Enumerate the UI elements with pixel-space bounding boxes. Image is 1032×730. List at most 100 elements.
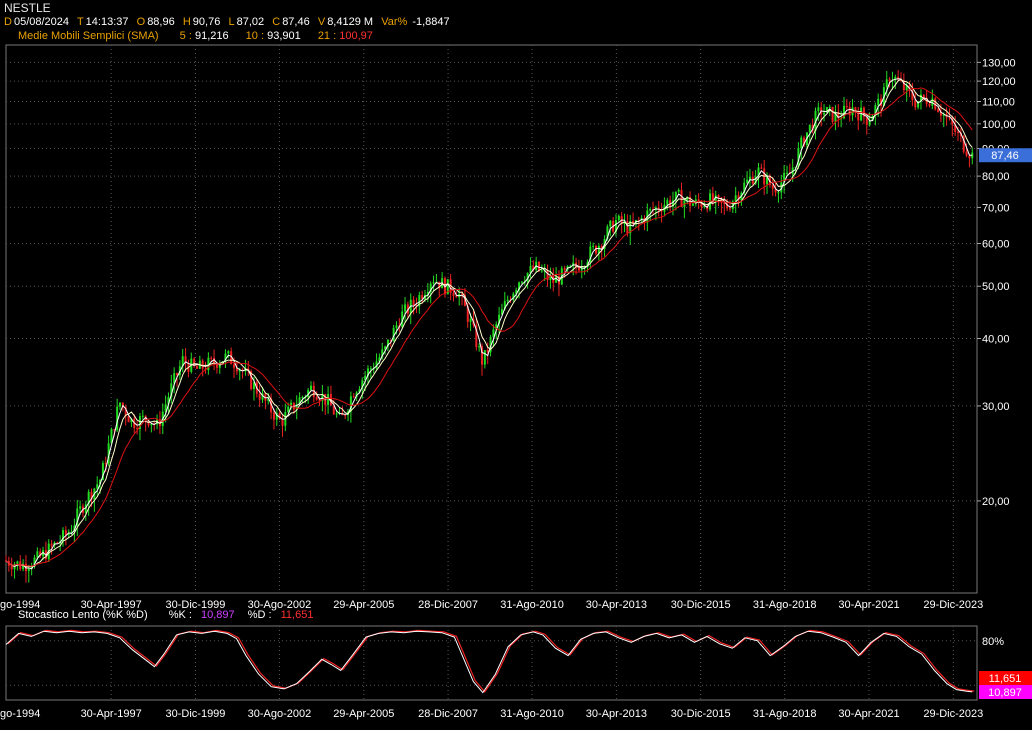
x-tick-label: 28-Dic-2007 xyxy=(418,708,478,720)
candle-body xyxy=(914,100,917,108)
y-tick-label: 130,00 xyxy=(982,57,1016,69)
candle-body xyxy=(626,221,629,234)
candle-body xyxy=(344,415,347,417)
candle-body xyxy=(831,106,834,122)
x-tick-label: 31-Ago-2010 xyxy=(500,599,564,611)
candle-body xyxy=(150,424,153,426)
candle-body xyxy=(800,137,803,149)
candle-body xyxy=(823,112,826,115)
x-tick-label: 30-Apr-2013 xyxy=(586,708,647,720)
x-tick-label: 31-Ago-2018 xyxy=(753,599,817,611)
candle-body xyxy=(227,351,230,354)
candle-body xyxy=(79,506,82,509)
candle-body xyxy=(563,268,566,270)
candle-body xyxy=(885,79,888,88)
candle-body xyxy=(287,406,290,413)
candle-body xyxy=(119,402,122,407)
sma5-line xyxy=(5,78,973,570)
x-tick-label: 30-Apr-2021 xyxy=(838,599,899,611)
candle-body xyxy=(258,393,261,400)
candle-body xyxy=(210,357,213,359)
x-tick-label: 30-Dic-2015 xyxy=(671,599,731,611)
x-tick-label: go-1994 xyxy=(0,708,40,720)
x-tick-label: 30-Apr-2021 xyxy=(838,708,899,720)
candle-body xyxy=(404,304,407,312)
x-tick-label: 30-Dic-1999 xyxy=(166,599,226,611)
y-tick-label: 30,00 xyxy=(982,401,1010,413)
candle-body xyxy=(817,107,820,111)
x-tick-label: 30-Dic-2015 xyxy=(671,708,731,720)
x-tick-label: 30-Dic-1999 xyxy=(166,708,226,720)
candle-body xyxy=(127,416,130,423)
y-tick-label: 120,00 xyxy=(982,76,1016,88)
candle-body xyxy=(538,261,541,271)
candle-body xyxy=(395,325,398,328)
candle-body xyxy=(717,195,720,198)
candle-body xyxy=(728,208,731,210)
k-value-tag-label: 10,897 xyxy=(988,687,1022,699)
candle-body xyxy=(201,360,204,369)
candle-body xyxy=(352,396,355,398)
candle-body xyxy=(868,121,871,125)
candle-body xyxy=(50,543,53,546)
candle-body xyxy=(666,200,669,205)
candle-body xyxy=(506,299,509,302)
candle-body xyxy=(483,350,486,365)
candle-body xyxy=(845,105,848,108)
candle-body xyxy=(281,418,284,426)
candle-body xyxy=(335,413,338,415)
candle-body xyxy=(617,215,620,221)
candle-body xyxy=(452,292,455,296)
x-tick-label: 29-Apr-2005 xyxy=(333,708,394,720)
x-tick-label: 30-Apr-1997 xyxy=(81,708,142,720)
candle-body xyxy=(540,270,543,272)
x-tick-label: 30-Ago-2002 xyxy=(248,708,312,720)
candle-body xyxy=(746,179,749,183)
candle-body xyxy=(931,98,934,106)
candle-body xyxy=(760,167,763,169)
candle-body xyxy=(327,394,330,405)
x-tick-label: 31-Ago-2018 xyxy=(753,708,817,720)
candle-body xyxy=(937,109,940,112)
sma10-line xyxy=(5,79,973,568)
chart-canvas[interactable]: 130,00120,00110,00100,0090,0080,0070,006… xyxy=(0,0,1032,730)
y-tick-label: 70,00 xyxy=(982,202,1010,214)
candle-body xyxy=(808,124,811,133)
stochastic-d-line xyxy=(7,629,975,693)
y-tick-label: 50,00 xyxy=(982,281,1010,293)
candle-body xyxy=(828,106,831,108)
x-tick-label: 31-Ago-2010 xyxy=(500,708,564,720)
candle-body xyxy=(609,220,612,227)
y-tick-label: 60,00 xyxy=(982,239,1010,251)
stochastic-level-label: 80% xyxy=(982,636,1004,648)
candle-body xyxy=(478,346,481,348)
y-tick-label: 110,00 xyxy=(982,97,1015,109)
candle-body xyxy=(315,396,318,400)
candles xyxy=(5,70,974,583)
x-tick-label: go-1994 xyxy=(0,599,40,611)
y-tick-label: 100,00 xyxy=(982,119,1016,131)
d-value-tag-label: 11,651 xyxy=(989,673,1022,685)
candle-body xyxy=(455,295,458,298)
candle-body xyxy=(968,155,971,159)
candle-body xyxy=(877,98,880,106)
candle-body xyxy=(141,415,144,417)
candle-body xyxy=(928,103,931,106)
candle-body xyxy=(785,172,788,174)
x-tick-label: 29-Dic-2023 xyxy=(923,599,983,611)
last-price-label: 87,46 xyxy=(991,150,1019,162)
candle-body xyxy=(195,365,198,369)
sma21-line xyxy=(5,87,973,567)
candle-body xyxy=(369,368,372,370)
candle-body xyxy=(412,299,415,305)
candle-body xyxy=(432,282,435,284)
candle-body xyxy=(469,318,472,322)
candle-body xyxy=(36,551,39,558)
x-tick-label: 29-Dic-2023 xyxy=(923,708,983,720)
candle-body xyxy=(27,568,30,572)
candle-body xyxy=(96,484,99,489)
x-tick-label: 28-Dic-2007 xyxy=(418,599,478,611)
candle-body xyxy=(592,245,595,247)
candle-body xyxy=(677,189,680,192)
candle-body xyxy=(10,565,13,570)
